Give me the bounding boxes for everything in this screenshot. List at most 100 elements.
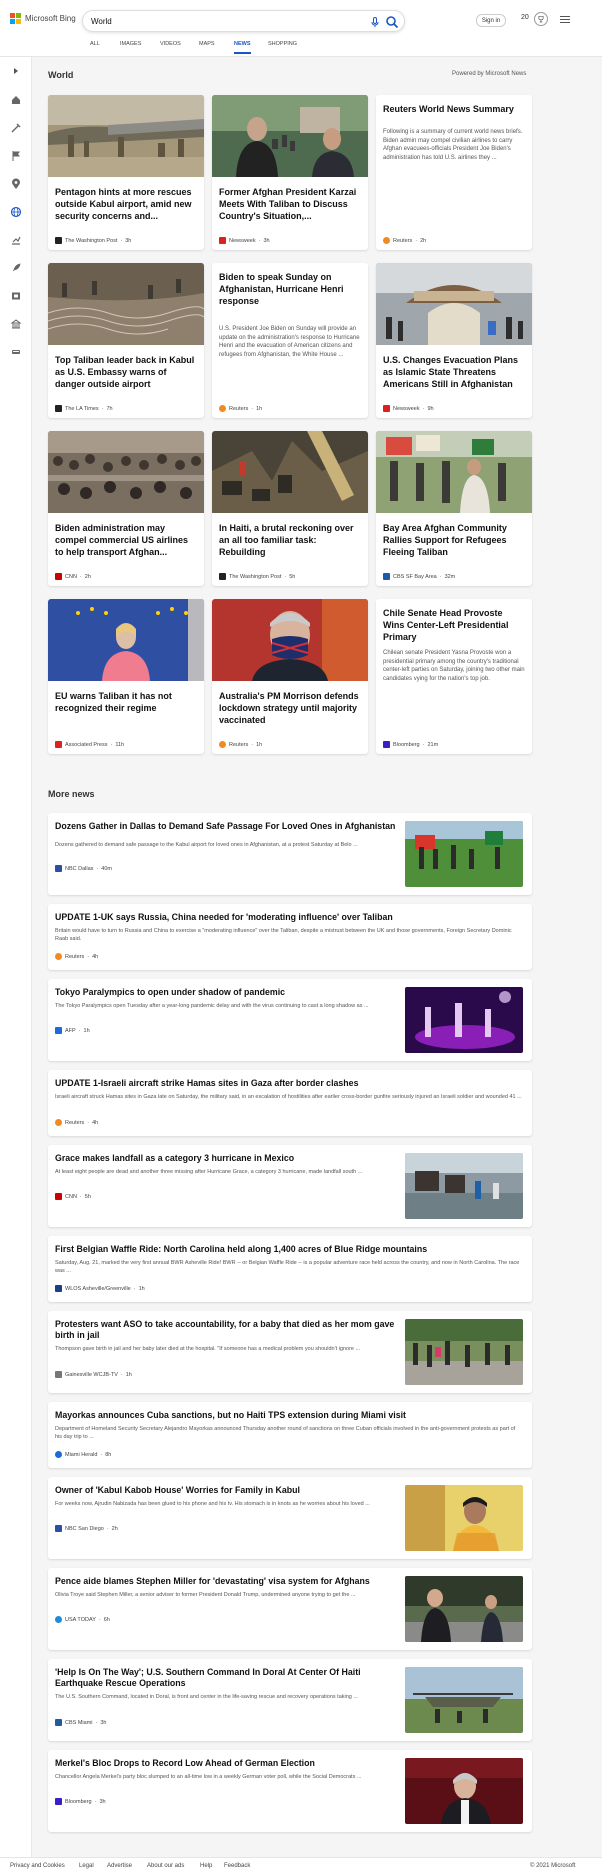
usa-today-icon: [55, 1616, 62, 1623]
sign-in-button[interactable]: Sign in: [476, 14, 506, 27]
news-card[interactable]: Reuters World News Summary Following is …: [376, 95, 532, 250]
news-card[interactable]: In Haiti, a brutal reckoning over an all…: [212, 431, 368, 586]
news-card[interactable]: U.S. Changes Evacuation Plans as Islamic…: [376, 263, 532, 418]
reuters-icon: [383, 237, 390, 244]
cbs-icon: [383, 573, 390, 580]
item-snippet: At least eight people are dead and anoth…: [55, 1169, 363, 1175]
news-item[interactable]: Merkel's Bloc Drops to Record Low Ahead …: [48, 1750, 532, 1832]
tab-shopping[interactable]: SHOPPING: [268, 41, 297, 47]
film-icon[interactable]: [10, 290, 22, 302]
card-source: Reuters · 1h: [219, 405, 262, 412]
card-title: EU warns Taliban it has not recognized t…: [55, 691, 172, 713]
footer-link-advertise[interactable]: Advertise: [107, 1863, 132, 1869]
news-item[interactable]: 'Help Is On The Way'; U.S. Southern Comm…: [48, 1659, 532, 1741]
search-input[interactable]: [91, 14, 341, 29]
item-source: USA TODAY · 6h: [55, 1616, 110, 1623]
tools-icon[interactable]: [10, 122, 22, 134]
globe-icon[interactable]: [10, 206, 22, 218]
item-title: Tokyo Paralympics to open under shadow o…: [55, 987, 286, 997]
source-time: 2h: [84, 573, 91, 580]
source-time: 1h: [83, 1027, 90, 1034]
source-name: Reuters: [393, 237, 413, 244]
source-name: Miami Herald: [65, 1451, 98, 1458]
rewards-count[interactable]: 20: [521, 14, 529, 21]
source-name: Associated Press: [65, 741, 108, 748]
news-item[interactable]: Mayorkas announces Cuba sanctions, but n…: [48, 1402, 532, 1468]
item-title: Protesters want ASO to take accountabili…: [55, 1319, 395, 1340]
source-time: 21m: [427, 741, 439, 748]
card-title: Top Taliban leader back in Kabul as U.S.…: [55, 355, 195, 389]
item-source: Bloomberg · 3h: [55, 1798, 106, 1805]
rocket-icon[interactable]: [10, 262, 22, 274]
microsoft-logo-icon: [10, 13, 21, 24]
card-snippet: U.S. President Joe Biden on Sunday will …: [219, 326, 360, 358]
item-title: Dozens Gather in Dallas to Demand Safe P…: [55, 821, 396, 831]
newsweek-icon: [383, 405, 390, 412]
news-card[interactable]: EU warns Taliban it has not recognized t…: [48, 599, 204, 754]
news-item[interactable]: Grace makes landfall as a category 3 hur…: [48, 1145, 532, 1227]
tab-maps[interactable]: MAPS: [199, 41, 215, 47]
source-name: CNN: [65, 1193, 77, 1200]
chart-icon[interactable]: [10, 234, 22, 246]
card-source: Newsweek · 3h: [219, 237, 270, 244]
search-icon[interactable]: [385, 15, 399, 29]
powered-by[interactable]: Powered by Microsoft News: [452, 71, 526, 77]
news-item[interactable]: Pence aide blames Stephen Miller for 'de…: [48, 1568, 532, 1650]
car-icon[interactable]: [10, 346, 22, 358]
footer-link-help[interactable]: Help: [200, 1863, 212, 1869]
item-title: First Belgian Waffle Ride: North Carolin…: [55, 1244, 428, 1254]
item-title: Merkel's Bloc Drops to Record Low Ahead …: [55, 1758, 315, 1768]
tab-news[interactable]: NEWS: [234, 41, 251, 54]
news-item[interactable]: UPDATE 1-UK says Russia, China needed fo…: [48, 904, 532, 970]
footer-link-privacy[interactable]: Privacy and Cookies: [10, 1863, 65, 1869]
item-snippet: Dozens gathered to demand safe passage t…: [55, 842, 358, 848]
footer-link-ads[interactable]: About our ads: [147, 1863, 184, 1869]
footer-link-legal[interactable]: Legal: [79, 1863, 94, 1869]
tab-images[interactable]: IMAGES: [120, 41, 141, 47]
source-name: The LA Times: [65, 405, 99, 412]
wapo-icon: [55, 237, 62, 244]
news-card[interactable]: Biden to speak Sunday on Afghanistan, Hu…: [212, 263, 368, 418]
item-title: UPDATE 1-Israeli aircraft strike Hamas s…: [55, 1078, 359, 1088]
news-card[interactable]: Biden administration may compel commerci…: [48, 431, 204, 586]
chevron-right-icon[interactable]: [10, 65, 22, 77]
news-item[interactable]: Tokyo Paralympics to open under shadow o…: [48, 979, 532, 1061]
wlos-icon: [55, 1285, 62, 1292]
home-icon[interactable]: [10, 94, 22, 106]
news-card[interactable]: Former Afghan President Karzai Meets Wit…: [212, 95, 368, 250]
mic-icon[interactable]: [369, 16, 381, 28]
news-item[interactable]: Dozens Gather in Dallas to Demand Safe P…: [48, 813, 532, 895]
tab-videos[interactable]: VIDEOS: [160, 41, 181, 47]
source-name: USA TODAY: [65, 1616, 96, 1623]
cnn-icon: [55, 1193, 62, 1200]
item-snippet: Olivia Troye said Stephen Miller, a seni…: [55, 1592, 356, 1598]
flag-icon[interactable]: [10, 150, 22, 162]
news-card[interactable]: Chile Senate Head Provoste Wins Center-L…: [376, 599, 532, 754]
news-card[interactable]: Australia's PM Morrison defends lockdown…: [212, 599, 368, 754]
news-item[interactable]: First Belgian Waffle Ride: North Carolin…: [48, 1236, 532, 1302]
trophy-icon[interactable]: [534, 12, 548, 26]
news-card[interactable]: Top Taliban leader back in Kabul as U.S.…: [48, 263, 204, 418]
card-source: The Washington Post · 5h: [219, 573, 295, 580]
card-image: [48, 431, 204, 513]
news-card[interactable]: Pentagon hints at more rescues outside K…: [48, 95, 204, 250]
afp-icon: [55, 1027, 62, 1034]
news-item[interactable]: Protesters want ASO to take accountabili…: [48, 1311, 532, 1393]
building-icon[interactable]: [10, 318, 22, 330]
source-time: 3h: [100, 1719, 107, 1726]
footer-link-feedback[interactable]: Feedback: [224, 1863, 250, 1869]
news-item[interactable]: Owner of 'Kabul Kabob House' Worries for…: [48, 1477, 532, 1559]
tab-all[interactable]: ALL: [90, 41, 100, 47]
bing-logo[interactable]: Microsoft Bing: [10, 13, 76, 24]
source-time: 4h: [92, 1119, 99, 1126]
news-card[interactable]: Bay Area Afghan Community Rallies Suppor…: [376, 431, 532, 586]
card-source: Associated Press · 11h: [55, 741, 124, 748]
search-box: [82, 10, 405, 32]
news-item[interactable]: UPDATE 1-Israeli aircraft strike Hamas s…: [48, 1070, 532, 1136]
location-icon[interactable]: [10, 178, 22, 190]
menu-icon[interactable]: [560, 14, 572, 26]
category-rail: [0, 57, 32, 1875]
ap-icon: [55, 741, 62, 748]
card-source: CBS SF Bay Area · 32m: [383, 573, 455, 580]
source-time: 6h: [103, 1616, 110, 1623]
